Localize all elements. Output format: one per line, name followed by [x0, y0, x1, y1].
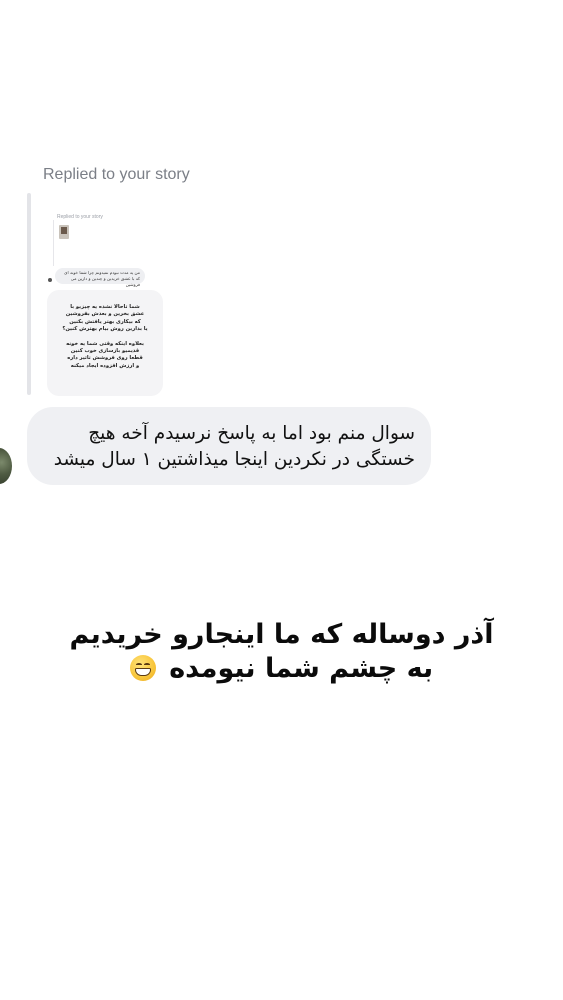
sender-avatar[interactable] — [0, 448, 12, 484]
mini-message-bubble: من یه مدت نبودم نمیدونم چرا شما خونه ای … — [55, 268, 145, 287]
mini-card-line: قدیمیو بازسازی خوب کنین — [70, 348, 140, 355]
mini-story-card: شما تاحالا نشده یه چیزیو با عشق بخرین و … — [47, 290, 163, 396]
reply-message-line: سوال منم بود اما به پاسخ نرسیدم آخه هیچ — [88, 423, 415, 444]
mini-card-line: عشق بخرین و بعدش بفروشین — [65, 311, 145, 318]
story-caption: آذر دوساله که ما اینجارو خریدیم به چشم ش… — [0, 618, 563, 686]
caption-line-2-text: به چشم شما نیومده — [169, 653, 434, 684]
grinning-face-icon — [129, 655, 156, 681]
mini-card-line: یا بدارین روش بیام بهترش کنین؟ — [62, 326, 148, 333]
mini-card-line: بعلاوه اینکه وقتی شما یه خونه — [66, 340, 144, 347]
mini-card-line: و ارزش افزوده ایجاد میکنه — [70, 362, 140, 369]
mini-avatar-dot — [48, 278, 52, 282]
reply-message-line: خستگی در نکردین اینجا میذاشتین ۱ سال میش… — [53, 449, 415, 470]
mini-replied-label: Replied to your story — [57, 214, 103, 220]
mini-photo-inner — [61, 227, 67, 234]
caption-line-2: به چشم شما نیومده — [0, 652, 563, 686]
mini-card-line: که بیکاری بهتر یافتش بکنین — [69, 318, 141, 325]
mini-quote-bar — [53, 220, 54, 266]
mini-card-line: قطعا روی فروشش تاثیر داره — [67, 355, 143, 362]
caption-line-1: آذر دوساله که ما اینجارو خریدیم — [69, 619, 494, 650]
mini-card-line: شما تاحالا نشده یه چیزیو با — [70, 304, 140, 310]
quote-bar — [27, 193, 31, 395]
story-reply-screen: Replied to your story Replied to your st… — [0, 0, 563, 1000]
reply-message-bubble[interactable]: سوال منم بود اما به پاسخ نرسیدم آخه هیچ … — [27, 407, 431, 485]
replied-to-story-label: Replied to your story — [43, 166, 190, 183]
story-thumbnail[interactable]: Replied to your story من یه مدت نبودم نم… — [47, 200, 163, 396]
